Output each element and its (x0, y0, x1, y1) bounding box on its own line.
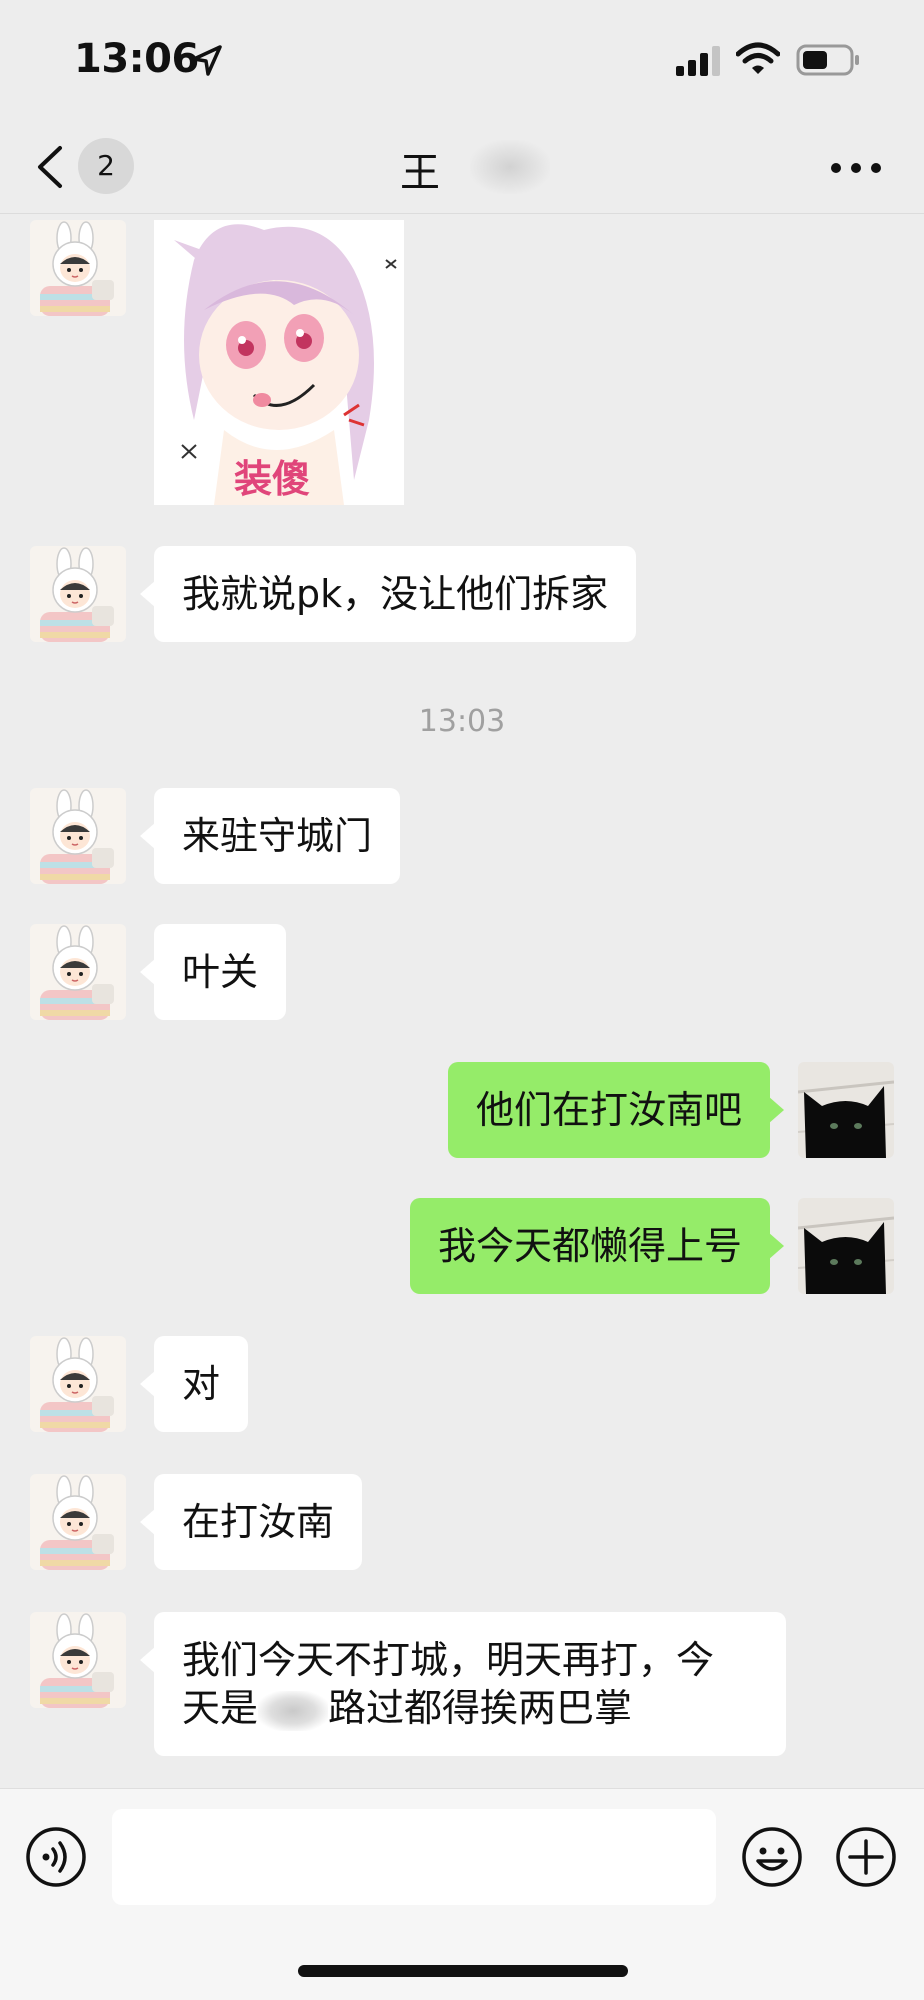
redacted-name-blur (470, 140, 550, 194)
contact-avatar[interactable] (30, 1336, 126, 1432)
message-bubble[interactable]: 我就说pk，没让他们拆家 (139, 546, 637, 642)
sticker-message[interactable]: 装傻 (154, 220, 404, 505)
message-text: 对 (182, 1362, 221, 1406)
voice-input-icon[interactable] (24, 1825, 88, 1889)
message-bubble-self[interactable]: 他们在打汝南吧 (447, 1062, 785, 1158)
message-text: 他们在打汝南吧 (475, 1088, 742, 1132)
message-bubble[interactable]: 对 (139, 1336, 249, 1432)
message-text: 来驻守城门 (182, 814, 373, 858)
chat-title: 王 (400, 150, 440, 196)
contact-avatar-image (30, 546, 126, 642)
battery-icon (796, 44, 859, 76)
contact-avatar[interactable] (30, 788, 126, 884)
emoji-icon[interactable] (740, 1825, 804, 1889)
contact-avatar[interactable] (30, 220, 126, 316)
contact-avatar[interactable] (30, 924, 126, 1020)
redacted-text-blur (258, 1690, 329, 1731)
contact-avatar-image (30, 924, 126, 1020)
message-text-line: 天是 路过都得挨两巴掌 (182, 1686, 633, 1731)
contact-avatar-image (30, 1474, 126, 1570)
sticker-caption: 装傻 (234, 456, 311, 501)
message-timestamp: 13:03 (418, 704, 506, 739)
message-bubble-self[interactable]: 我今天都懒得上号 (409, 1198, 785, 1294)
contact-avatar-image (30, 1336, 126, 1432)
location-arrow-icon (192, 45, 222, 76)
plus-icon[interactable] (834, 1825, 898, 1889)
message-bubble[interactable]: 在打汝南 (139, 1474, 363, 1570)
chevron-left-icon (38, 146, 62, 188)
contact-avatar-image (30, 220, 126, 316)
chat-header: 2 王 (0, 120, 924, 214)
home-indicator (298, 1965, 628, 1977)
self-avatar-image (798, 1062, 894, 1158)
unread-count-badge: 2 (78, 138, 134, 194)
self-avatar-image (798, 1198, 894, 1294)
contact-avatar-image (30, 788, 126, 884)
message-text: 我就说pk，没让他们拆家 (182, 572, 609, 616)
message-text: 叶关 (182, 950, 259, 994)
back-button[interactable]: 2 (30, 136, 140, 196)
cellular-signal-icon (676, 46, 720, 76)
wifi-icon (736, 42, 780, 74)
contact-avatar[interactable] (30, 546, 126, 642)
contact-avatar-image (30, 1612, 126, 1708)
self-avatar[interactable] (798, 1062, 894, 1158)
message-bubble[interactable]: 叶关 (139, 924, 287, 1020)
message-bubble[interactable]: 我们今天不打城，明天再打，今 天是 路过都得挨两巴掌 (140, 1612, 786, 1756)
status-bar: 13:06 (0, 0, 924, 120)
chat-input-bar (0, 1788, 924, 2000)
message-text: 我今天都懒得上号 (437, 1224, 742, 1268)
message-input[interactable] (112, 1809, 716, 1905)
message-text: 在打汝南 (182, 1500, 335, 1544)
status-time: 13:06 (74, 36, 199, 82)
message-text-line: 我们今天不打城，明天再打，今 (182, 1638, 715, 1682)
message-bubble[interactable]: 来驻守城门 (139, 788, 401, 884)
self-avatar[interactable] (798, 1198, 894, 1294)
contact-avatar[interactable] (30, 1612, 126, 1708)
more-dots-icon[interactable] (828, 146, 884, 190)
contact-avatar[interactable] (30, 1474, 126, 1570)
